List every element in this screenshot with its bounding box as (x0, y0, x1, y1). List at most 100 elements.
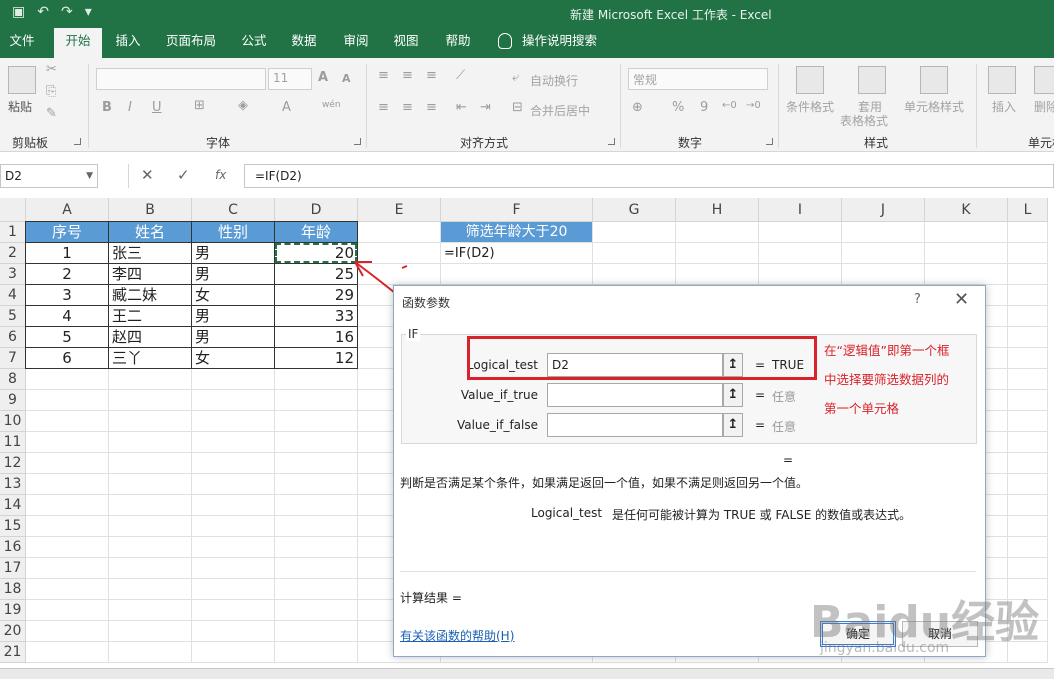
grid-cell[interactable] (925, 222, 1008, 243)
grid-cell[interactable] (275, 579, 358, 600)
table-cell[interactable]: 女 (191, 347, 275, 369)
tab-review[interactable]: 审阅 (336, 28, 376, 58)
copy-icon[interactable]: ⎘ (46, 84, 56, 99)
increase-font-icon[interactable]: A (318, 70, 328, 85)
grid-cell[interactable] (192, 453, 275, 474)
row-header[interactable]: 12 (0, 453, 26, 474)
grid-cell[interactable] (1008, 558, 1048, 579)
row-header[interactable]: 14 (0, 495, 26, 516)
alignment-launcher-icon[interactable] (608, 138, 615, 145)
grid-cell[interactable] (593, 222, 676, 243)
tab-file[interactable]: 文件 (0, 28, 44, 58)
insert-cells-icon[interactable] (988, 66, 1016, 94)
row-header[interactable]: 11 (0, 432, 26, 453)
table-cell[interactable]: 王二 (108, 305, 192, 327)
grid-cell[interactable] (26, 516, 109, 537)
column-header[interactable]: A (26, 198, 109, 222)
select-all-corner[interactable] (0, 198, 26, 222)
function-help-link[interactable]: 有关该函数的帮助(H) (400, 627, 514, 644)
align-middle-icon[interactable]: ≡ (402, 68, 413, 83)
table-cell[interactable]: 男 (191, 263, 275, 285)
format-table-icon[interactable] (858, 66, 886, 94)
grid-cell[interactable] (109, 642, 192, 663)
grid-cell[interactable] (192, 369, 275, 390)
grid-cell[interactable] (275, 432, 358, 453)
collapse-dialog-icon[interactable]: ↥ (723, 413, 743, 437)
tell-me-search[interactable]: 操作说明搜索 (498, 28, 597, 58)
format-table-label-2[interactable]: 表格格式 (840, 112, 888, 129)
column-header[interactable]: G (593, 198, 676, 222)
wrap-text-label[interactable]: 自动换行 (530, 72, 578, 89)
grid-cell[interactable] (1008, 306, 1048, 327)
grid-cell[interactable] (26, 558, 109, 579)
grid-cell[interactable] (275, 390, 358, 411)
increase-indent-icon[interactable]: ⇥ (480, 100, 491, 115)
font-name-box[interactable] (96, 68, 266, 90)
currency-icon[interactable]: ⊕ (632, 100, 643, 115)
decrease-indent-icon[interactable]: ⇤ (456, 100, 467, 115)
column-header[interactable]: I (759, 198, 842, 222)
table-cell[interactable]: 3 (25, 284, 109, 306)
grid-cell[interactable] (275, 537, 358, 558)
grid-cell[interactable] (109, 432, 192, 453)
grid-cell[interactable] (192, 474, 275, 495)
grid-cell[interactable] (26, 390, 109, 411)
grid-cell[interactable] (26, 474, 109, 495)
table-cell[interactable]: 男 (191, 305, 275, 327)
grid-cell[interactable] (109, 495, 192, 516)
grid-cell[interactable] (26, 411, 109, 432)
grid-cell[interactable] (676, 243, 759, 264)
grid-cell[interactable] (676, 222, 759, 243)
column-header[interactable]: K (925, 198, 1008, 222)
grid-cell[interactable] (759, 264, 842, 285)
table-header-cell[interactable]: 姓名 (108, 221, 192, 243)
row-header[interactable]: 9 (0, 390, 26, 411)
grid-cell[interactable] (109, 558, 192, 579)
row-header[interactable]: 21 (0, 642, 26, 663)
grid-cell[interactable] (109, 411, 192, 432)
row-header[interactable]: 3 (0, 264, 26, 285)
arg-input-value-if-false[interactable] (547, 413, 723, 437)
tab-help[interactable]: 帮助 (436, 28, 480, 58)
grid-cell[interactable] (192, 558, 275, 579)
table-cell[interactable]: 29 (274, 284, 358, 306)
table-cell[interactable]: 33 (274, 305, 358, 327)
align-left-icon[interactable]: ≡ (378, 100, 389, 115)
row-header[interactable]: 1 (0, 222, 26, 243)
grid-cell[interactable] (593, 264, 676, 285)
row-header[interactable]: 6 (0, 327, 26, 348)
format-painter-icon[interactable]: ✎ (46, 106, 57, 121)
font-size-box[interactable]: 11 (268, 68, 312, 90)
grid-cell[interactable] (358, 243, 441, 264)
row-header[interactable]: 2 (0, 243, 26, 264)
font-color-icon[interactable]: A (282, 100, 291, 115)
table-cell[interactable]: 6 (25, 347, 109, 369)
comma-icon[interactable]: 9 (700, 100, 708, 115)
grid-cell[interactable] (26, 621, 109, 642)
grid-cell[interactable] (358, 222, 441, 243)
conditional-format-icon[interactable] (796, 66, 824, 94)
grid-cell[interactable] (1008, 243, 1048, 264)
column-header[interactable]: J (842, 198, 925, 222)
grid-cell[interactable] (1008, 411, 1048, 432)
save-icon[interactable]: ▣ (12, 4, 25, 20)
name-box[interactable]: D2 ▼ (0, 164, 98, 188)
row-header[interactable]: 13 (0, 474, 26, 495)
row-header[interactable]: 5 (0, 306, 26, 327)
grid-cell[interactable] (192, 579, 275, 600)
table-cell[interactable]: 25 (274, 263, 358, 285)
grid-cell[interactable] (275, 453, 358, 474)
redo-icon[interactable]: ↷ (61, 4, 73, 20)
grid-cell[interactable] (192, 642, 275, 663)
row-header[interactable]: 15 (0, 516, 26, 537)
grid-cell[interactable] (192, 495, 275, 516)
borders-icon[interactable]: ⊞ (194, 98, 205, 113)
grid-cell[interactable] (26, 537, 109, 558)
grid-cell[interactable] (1008, 348, 1048, 369)
column-header[interactable]: L (1008, 198, 1048, 222)
merge-center-icon[interactable]: ⊟ (512, 100, 523, 115)
tab-data[interactable]: 数据 (284, 28, 324, 58)
table-cell[interactable]: 李四 (108, 263, 192, 285)
fill-color-icon[interactable]: ◈ (238, 98, 248, 113)
column-header[interactable]: F (441, 198, 593, 222)
